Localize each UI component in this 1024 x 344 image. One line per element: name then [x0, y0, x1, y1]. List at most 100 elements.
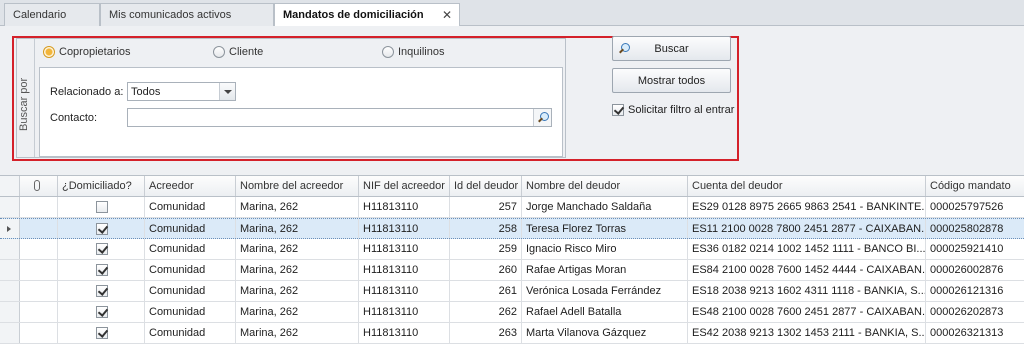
checkbox-checked-icon[interactable]	[96, 223, 108, 235]
column-header-cuenta[interactable]: Cuenta del deudor	[688, 176, 926, 196]
cuenta-cell[interactable]: ES18 2038 9213 1602 4311 1118 - BANKIA, …	[688, 281, 926, 301]
column-header-nif[interactable]: NIF del acreedor	[359, 176, 450, 196]
column-header-nombre-acreedor[interactable]: Nombre del acreedor	[236, 176, 359, 196]
radio-copropietarios[interactable]: Copropietarios	[43, 46, 131, 58]
checkbox-checked-icon[interactable]	[96, 285, 108, 297]
contact-search-button[interactable]	[533, 109, 551, 126]
acreedor-cell[interactable]: Comunidad	[145, 323, 236, 343]
table-row[interactable]: Comunidad Marina, 262 H11813110 260 Rafae Ar…	[0, 260, 1024, 281]
id-deudor-cell[interactable]: 260	[450, 260, 522, 280]
nombre-acreedor-cell[interactable]: Marina, 262	[236, 197, 359, 217]
chevron-down-icon[interactable]	[219, 83, 235, 100]
acreedor-cell[interactable]: Comunidad	[145, 219, 236, 238]
tab-mandatos[interactable]: Mandatos de domiciliación ✕	[274, 3, 460, 27]
show-all-button[interactable]: Mostrar todos	[612, 68, 731, 93]
nif-cell[interactable]: H11813110	[359, 260, 450, 280]
checkbox-checked-icon[interactable]	[96, 327, 108, 339]
nombre-deudor-cell[interactable]: Marta Vilanova Gázquez	[522, 323, 688, 343]
table-row[interactable]: Comunidad Marina, 262 H11813110 258 Teresa F…	[0, 218, 1024, 239]
contact-field[interactable]	[127, 108, 552, 127]
row-indicator[interactable]	[0, 239, 20, 259]
nombre-acreedor-cell[interactable]: Marina, 262	[236, 260, 359, 280]
nombre-acreedor-cell[interactable]: Marina, 262	[236, 281, 359, 301]
codigo-cell[interactable]: 000025797526	[926, 197, 1024, 217]
nombre-deudor-cell[interactable]: Rafae Artigas Moran	[522, 260, 688, 280]
table-row[interactable]: Comunidad Marina, 262 H11813110 262 Rafael A…	[0, 302, 1024, 323]
attachment-cell[interactable]	[20, 260, 58, 280]
tab-calendario[interactable]: Calendario	[4, 3, 100, 26]
codigo-cell[interactable]: 000026321313	[926, 323, 1024, 343]
domiciliado-cell[interactable]	[58, 323, 145, 343]
checkbox-icon[interactable]	[96, 201, 108, 213]
cuenta-cell[interactable]: ES36 0182 0214 1002 1452 1111 - BANCO BI…	[688, 239, 926, 259]
cuenta-cell[interactable]: ES29 0128 8975 2665 9863 2541 - BANKINTE…	[688, 197, 926, 217]
domiciliado-cell[interactable]	[58, 281, 145, 301]
acreedor-cell[interactable]: Comunidad	[145, 302, 236, 322]
attachment-cell[interactable]	[20, 219, 58, 238]
acreedor-cell[interactable]: Comunidad	[145, 239, 236, 259]
id-deudor-cell[interactable]: 257	[450, 197, 522, 217]
codigo-cell[interactable]: 000026121316	[926, 281, 1024, 301]
attachment-cell[interactable]	[20, 323, 58, 343]
id-deudor-cell[interactable]: 258	[450, 219, 522, 238]
attachment-cell[interactable]	[20, 302, 58, 322]
nombre-deudor-cell[interactable]: Verónica Losada Ferrández	[522, 281, 688, 301]
nif-cell[interactable]: H11813110	[359, 197, 450, 217]
row-indicator[interactable]	[0, 197, 20, 217]
checkbox-checked-icon[interactable]	[96, 264, 108, 276]
nombre-acreedor-cell[interactable]: Marina, 262	[236, 302, 359, 322]
attachment-cell[interactable]	[20, 281, 58, 301]
cuenta-cell[interactable]: ES84 2100 0028 7600 1452 4444 - CAIXABAN…	[688, 260, 926, 280]
id-deudor-cell[interactable]: 259	[450, 239, 522, 259]
domiciliado-cell[interactable]	[58, 219, 145, 238]
row-indicator[interactable]	[0, 260, 20, 280]
nif-cell[interactable]: H11813110	[359, 219, 450, 238]
column-header-attachment[interactable]	[20, 176, 58, 196]
radio-cliente[interactable]: Cliente	[213, 46, 263, 58]
attachment-cell[interactable]	[20, 197, 58, 217]
nombre-acreedor-cell[interactable]: Marina, 262	[236, 323, 359, 343]
column-header-domiciliado[interactable]: ¿Domiciliado?	[58, 176, 145, 196]
acreedor-cell[interactable]: Comunidad	[145, 281, 236, 301]
codigo-cell[interactable]: 000026202873	[926, 302, 1024, 322]
nombre-deudor-cell[interactable]: Ignacio Risco Miro	[522, 239, 688, 259]
nif-cell[interactable]: H11813110	[359, 323, 450, 343]
cuenta-cell[interactable]: ES11 2100 0028 7800 2451 2877 - CAIXABAN…	[688, 219, 926, 238]
codigo-cell[interactable]: 000026002876	[926, 260, 1024, 280]
attachment-cell[interactable]	[20, 239, 58, 259]
tab-mis-comunicados[interactable]: Mis comunicados activos	[100, 3, 274, 26]
close-icon[interactable]: ✕	[442, 8, 452, 22]
nombre-acreedor-cell[interactable]: Marina, 262	[236, 239, 359, 259]
row-indicator[interactable]	[0, 323, 20, 343]
id-deudor-cell[interactable]: 262	[450, 302, 522, 322]
id-deudor-cell[interactable]: 263	[450, 323, 522, 343]
domiciliado-cell[interactable]	[58, 239, 145, 259]
row-indicator[interactable]	[0, 219, 20, 238]
radio-inquilinos[interactable]: Inquilinos	[382, 46, 444, 58]
filter-on-enter-checkbox[interactable]: Solicitar filtro al entrar	[612, 104, 734, 116]
acreedor-cell[interactable]: Comunidad	[145, 260, 236, 280]
column-header-id-deudor[interactable]: Id del deudor	[450, 176, 522, 196]
checkbox-checked-icon[interactable]	[96, 306, 108, 318]
row-indicator[interactable]	[0, 302, 20, 322]
id-deudor-cell[interactable]: 261	[450, 281, 522, 301]
related-select[interactable]: Todos	[127, 82, 236, 101]
domiciliado-cell[interactable]	[58, 302, 145, 322]
search-button[interactable]: Buscar	[612, 36, 731, 61]
domiciliado-cell[interactable]	[58, 197, 145, 217]
column-header-nombre-deudor[interactable]: Nombre del deudor	[522, 176, 688, 196]
table-row[interactable]: Comunidad Marina, 262 H11813110 261 Verónica…	[0, 281, 1024, 302]
cuenta-cell[interactable]: ES42 2038 9213 1302 1453 2111 - BANKIA, …	[688, 323, 926, 343]
nif-cell[interactable]: H11813110	[359, 281, 450, 301]
column-header-acreedor[interactable]: Acreedor	[145, 176, 236, 196]
nombre-deudor-cell[interactable]: Jorge Manchado Saldaña	[522, 197, 688, 217]
cuenta-cell[interactable]: ES48 2100 0028 7600 2451 2877 - CAIXABAN…	[688, 302, 926, 322]
nif-cell[interactable]: H11813110	[359, 239, 450, 259]
table-row[interactable]: Comunidad Marina, 262 H11813110 263 Marta Vi…	[0, 323, 1024, 344]
checkbox-checked-icon[interactable]	[96, 243, 108, 255]
column-header-codigo[interactable]: Código mandato	[926, 176, 1024, 196]
table-row[interactable]: Comunidad Marina, 262 H11813110 259 Ignacio …	[0, 239, 1024, 260]
nombre-deudor-cell[interactable]: Rafael Adell Batalla	[522, 302, 688, 322]
nombre-acreedor-cell[interactable]: Marina, 262	[236, 219, 359, 238]
nif-cell[interactable]: H11813110	[359, 302, 450, 322]
